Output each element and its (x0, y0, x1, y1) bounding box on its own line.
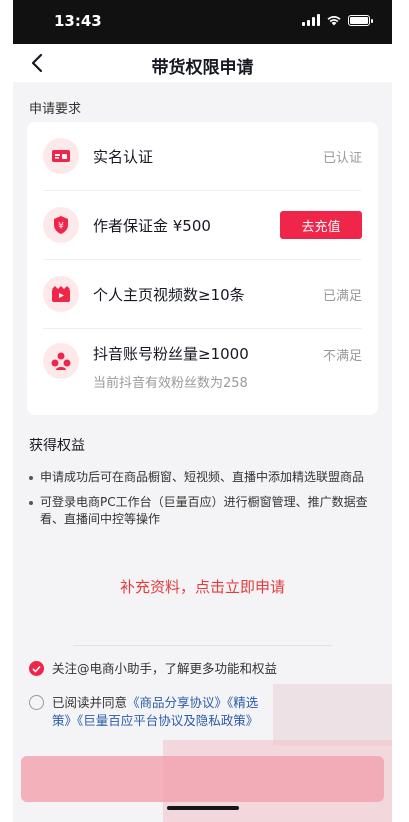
home-indicator (166, 806, 239, 810)
wifi-icon (327, 15, 341, 26)
requirements-section-title: 申请要求 (29, 102, 82, 117)
agreement-prefix: 已阅读并同意 (52, 695, 128, 710)
requirement-label: 抖音账号粉丝量≥1000 (93, 345, 249, 363)
id-card-icon (43, 138, 79, 174)
blurred-overlay (273, 684, 392, 746)
video-icon (43, 276, 79, 312)
product-share-agreement-link[interactable]: 《商品分享协议》 (127, 695, 227, 710)
svg-text:¥: ¥ (58, 222, 64, 232)
status-icons (302, 14, 373, 26)
status-time: 13:43 (54, 12, 102, 30)
benefit-list: 申请成功后可在商品橱窗、短视频、直播中添加精选联盟商品 可登录电商PC工作台（巨… (29, 469, 376, 528)
requirement-text: 个人主页视频数≥10条 (93, 284, 323, 305)
requirement-status: 不满足 (322, 349, 362, 364)
unchecked-circle-icon[interactable] (29, 695, 44, 710)
shield-yuan-icon: ¥ (43, 207, 79, 243)
requirement-label: 实名认证 (93, 147, 154, 166)
benefits-section-title: 获得权益 (29, 438, 85, 454)
requirements-card: 实名认证 已认证 ¥ 作者保证金 ¥500 去充值 个人主页视频数≥10条 已满… (27, 122, 378, 415)
selected-agreement-link[interactable]: 《精选 (227, 695, 258, 710)
battery-icon (348, 14, 373, 26)
follow-assistant-text: 关注@电商小助手，了解更多功能和权益 (52, 661, 278, 676)
benefit-item: 申请成功后可在商品橱窗、短视频、直播中添加精选联盟商品 (29, 469, 376, 486)
requirement-status: 已认证 (322, 150, 362, 166)
phone-screen: 13:43 带货权限申请 申请要求 实名认证 已认证 ¥ 作者保证金 ¥500 … (13, 0, 392, 822)
submit-button[interactable] (21, 756, 384, 802)
requirement-text: 作者保证金 ¥500 (93, 215, 280, 236)
requirement-deposit: ¥ 作者保证金 ¥500 去充值 (43, 191, 362, 260)
requirement-fans: 抖音账号粉丝量≥1000 当前抖音有效粉丝数为258 不满足 (43, 329, 362, 415)
requirement-subtext: 当前抖音有效粉丝数为258 (93, 376, 248, 391)
requirement-status: 已满足 (322, 288, 362, 304)
divider (73, 645, 332, 646)
page-title: 带货权限申请 (151, 58, 254, 78)
status-bar: 13:43 (13, 0, 392, 44)
agreement-text: 已阅读并同意《商品分享协议》《精选 策》《巨量百应平台协议及隐私政策》 (52, 694, 258, 730)
policy-link[interactable]: 策》 (52, 713, 77, 728)
signal-icon (302, 14, 320, 26)
requirement-videos: 个人主页视频数≥10条 已满足 (43, 260, 362, 329)
checked-icon[interactable] (29, 661, 44, 676)
requirement-label: 个人主页视频数≥10条 (93, 285, 245, 304)
requirement-text: 实名认证 (93, 146, 323, 167)
requirement-text: 抖音账号粉丝量≥1000 当前抖音有效粉丝数为258 (93, 343, 323, 391)
fans-icon (43, 343, 79, 379)
recharge-button[interactable]: 去充值 (280, 211, 362, 239)
requirement-real-name: 实名认证 已认证 (43, 122, 362, 191)
supplement-apply-link[interactable]: 补充资料，点击立即申请 (13, 576, 392, 597)
requirement-label: 作者保证金 ¥500 (93, 216, 211, 235)
follow-assistant-row[interactable]: 关注@电商小助手，了解更多功能和权益 (29, 660, 376, 678)
benefit-item: 可登录电商PC工作台（巨量百应）进行橱窗管理、推广数据查看、直播间中控等操作 (29, 494, 376, 528)
nav-bar: 带货权限申请 (13, 44, 392, 82)
platform-privacy-policy-link[interactable]: 《巨量百应平台协议及隐私政策》 (77, 713, 258, 728)
